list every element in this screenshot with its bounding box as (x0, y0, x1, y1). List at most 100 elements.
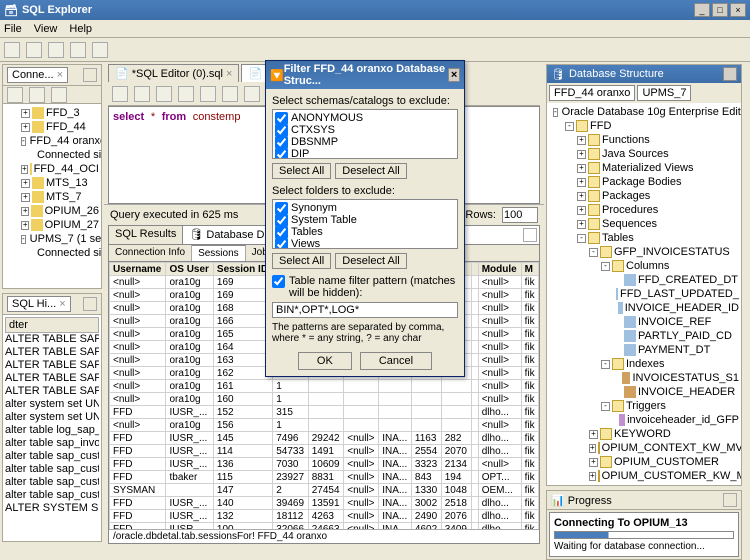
tree-item[interactable]: +OPIUM_CONTEXT_KW_MVW (549, 441, 739, 455)
dialog-close-button[interactable]: × (448, 68, 460, 82)
results-tab-sql[interactable]: SQL Results (109, 226, 183, 244)
history-item[interactable]: alter system set UNDO_R (5, 398, 99, 411)
panel-menu-icon[interactable] (83, 68, 97, 82)
toolbar-icon[interactable] (70, 42, 86, 58)
tree-item[interactable]: -GFP_INVOICESTATUS (549, 245, 739, 259)
history-item[interactable]: alter table sap_customer (5, 476, 99, 489)
tree-item[interactable]: -FFD (549, 119, 739, 133)
tree-item[interactable]: +OPIUM_26 (5, 204, 99, 218)
column-header[interactable]: Session ID (213, 263, 272, 276)
tree-item[interactable]: PARTLY_PAID_CD (549, 329, 739, 343)
pattern-input[interactable] (272, 302, 458, 318)
tree-item[interactable]: +Packages (549, 189, 739, 203)
toolbar-icon[interactable] (200, 86, 216, 102)
folders-listbox[interactable]: SynonymSystem TableTablesViews (272, 199, 458, 249)
select-all-button[interactable]: Select All (272, 163, 331, 179)
tree-item[interactable]: +FFD_44_OCI (5, 162, 99, 176)
tree-item[interactable]: -FFD_44 oranxo (1 (5, 134, 99, 148)
deselect-all-button[interactable]: Deselect All (335, 253, 406, 269)
history-item[interactable]: alter table log_sap_invoic (5, 424, 99, 437)
schema-checkbox-item[interactable]: ANONYMOUS (275, 112, 455, 124)
maximize-button[interactable]: □ (712, 3, 728, 17)
tree-item[interactable]: +Java Sources (549, 147, 739, 161)
toolbar-icon[interactable] (4, 42, 20, 58)
tree-item[interactable]: Connected sir (5, 148, 99, 162)
tree-item[interactable]: -Tables (549, 231, 739, 245)
close-icon[interactable] (723, 67, 737, 81)
editor-tab[interactable]: 📄*SQL Editor (0).sql× (108, 64, 239, 82)
schema-checkbox-item[interactable]: DIP (275, 148, 455, 159)
tree-item[interactable]: invoiceheader_id_GFP (549, 413, 739, 427)
history-item[interactable]: ALTER SYSTEM SET CURS (5, 502, 99, 515)
close-icon[interactable]: × (59, 298, 65, 310)
history-item[interactable]: alter system set UNDO_R (5, 411, 99, 424)
toolbar-icon[interactable] (92, 42, 108, 58)
panel-menu-icon[interactable] (523, 228, 537, 242)
tree-item[interactable]: +KEYWORD (549, 427, 739, 441)
history-filter-header[interactable]: dter (5, 317, 99, 333)
tree-item[interactable]: FFD_CREATED_DT (549, 273, 739, 287)
tree-item[interactable]: Connected sir (5, 246, 99, 260)
tree-item[interactable]: INVOICESTATUS_S1 (549, 371, 739, 385)
tree-item[interactable]: +Sequences (549, 217, 739, 231)
db-structure-tree[interactable]: -Oracle Database 10g Enterprise Edition … (547, 103, 741, 485)
deselect-all-button[interactable]: Deselect All (335, 163, 406, 179)
pattern-checkbox[interactable] (272, 275, 285, 288)
history-item[interactable]: alter table sap_invoiceline (5, 437, 99, 450)
close-icon[interactable]: × (57, 69, 63, 81)
history-item[interactable]: alter table sap_customer (5, 450, 99, 463)
toolbar-icon[interactable] (26, 42, 42, 58)
panel-menu-icon[interactable] (83, 297, 97, 311)
folder-checkbox-item[interactable]: Synonym (275, 202, 455, 214)
tree-item[interactable]: +FFD_44 (5, 120, 99, 134)
tree-item[interactable]: -Indexes (549, 357, 739, 371)
tree-item[interactable]: -Triggers (549, 399, 739, 413)
toolbar-icon[interactable] (48, 42, 64, 58)
db-tab[interactable]: UPMS_7 (637, 85, 691, 101)
history-item[interactable]: alter table sap_customer (5, 489, 99, 502)
ok-button[interactable]: OK (298, 352, 352, 370)
toolbar-icon[interactable] (244, 86, 260, 102)
history-item[interactable]: ALTER TABLE SAP_STOCI (5, 372, 99, 385)
column-header[interactable]: Username (110, 263, 166, 276)
subtab-sessions[interactable]: Sessions (192, 245, 246, 261)
tree-item[interactable]: INVOICE_HEADER_ID (549, 301, 739, 315)
tree-item[interactable]: +OPIUM_CUSTOMER_KW_MVW (549, 469, 739, 483)
minimize-button[interactable]: _ (694, 3, 710, 17)
tree-item[interactable]: INVOICE_REF (549, 315, 739, 329)
folder-checkbox-item[interactable]: Tables (275, 226, 455, 238)
connections-tree[interactable]: +FFD_3+FFD_44-FFD_44 oranxo (1Connected … (3, 104, 101, 288)
tree-item[interactable]: PAYMENT_DT (549, 343, 739, 357)
toolbar-icon[interactable] (134, 86, 150, 102)
toolbar-icon[interactable] (178, 86, 194, 102)
schemas-listbox[interactable]: ANONYMOUSCTXSYSDBSNMPDIP (272, 109, 458, 159)
toolbar-icon[interactable] (7, 87, 23, 103)
tree-item[interactable]: FFD_LAST_UPDATED_ (549, 287, 739, 301)
tree-item[interactable]: +Materialized Views (549, 161, 739, 175)
tree-item[interactable]: -Columns (549, 259, 739, 273)
table-row[interactable]: <null>ora10g1611<null>fik (110, 380, 539, 393)
table-row[interactable]: FFDIUSR_...114547331491<null>INA...25542… (110, 445, 539, 458)
table-row[interactable]: FFDIUSR_...136703010609<null>INA...33232… (110, 458, 539, 471)
close-button[interactable]: × (730, 3, 746, 17)
history-item[interactable]: ALTER TABLE SAP_INVOI (5, 333, 99, 346)
column-header[interactable] (471, 263, 478, 276)
tree-item[interactable]: +MTS_13 (5, 176, 99, 190)
history-item[interactable]: ALTER TABLE SAP_STOCI (5, 385, 99, 398)
toolbar-icon[interactable] (51, 87, 67, 103)
history-item[interactable]: alter table sap_customer (5, 463, 99, 476)
panel-menu-icon[interactable] (723, 493, 737, 507)
db-tab[interactable]: FFD_44 oranxo (549, 85, 635, 101)
cancel-button[interactable]: Cancel (360, 352, 432, 370)
toolbar-icon[interactable] (156, 86, 172, 102)
folder-checkbox-item[interactable]: System Table (275, 214, 455, 226)
tree-item[interactable]: +OPIUM_CUSTOMER (549, 455, 739, 469)
select-all-button[interactable]: Select All (272, 253, 331, 269)
column-header[interactable]: Module (478, 263, 521, 276)
schema-checkbox-item[interactable]: CTXSYS (275, 124, 455, 136)
limit-rows-input[interactable] (502, 207, 538, 223)
table-row[interactable]: FFDIUSR_...1403946913591<null>INA...3002… (110, 497, 539, 510)
menu-file[interactable]: File (4, 23, 22, 35)
table-row[interactable]: SYSMAN147227454<null>INA...13301048OEM..… (110, 484, 539, 497)
toolbar-icon[interactable] (222, 86, 238, 102)
